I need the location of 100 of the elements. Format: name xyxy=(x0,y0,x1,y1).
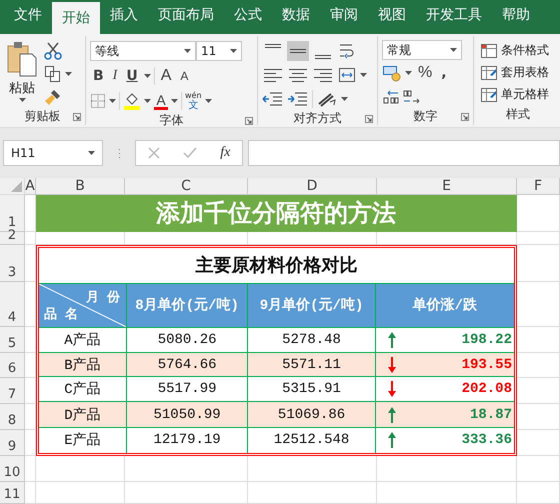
row-header[interactable]: 7 xyxy=(0,378,25,404)
table-cell: 5571.11 xyxy=(248,352,376,378)
table-cell: 51050.99 xyxy=(126,402,248,428)
sheet-title: 添加千位分隔符的方法 xyxy=(36,195,517,232)
cell-style-icon xyxy=(480,86,498,102)
change-value: 193.55 xyxy=(462,356,512,373)
increase-decimal-icon[interactable] xyxy=(382,89,400,105)
row-header[interactable]: 8 xyxy=(0,404,25,430)
row-header[interactable]: 4 xyxy=(0,282,25,327)
caret-icon[interactable] xyxy=(171,99,178,103)
caret-icon[interactable] xyxy=(450,48,457,52)
italic-button[interactable]: I xyxy=(110,66,120,86)
percent-button[interactable]: % xyxy=(415,63,436,83)
ribbon-tab[interactable]: 文件 xyxy=(4,2,52,31)
column-header[interactable]: F xyxy=(517,178,560,195)
group-label: 对齐方式 xyxy=(294,110,342,127)
merge-cells-icon[interactable] xyxy=(337,65,357,85)
header-cell: 单价涨/跌 xyxy=(376,284,514,328)
decrease-indent-icon[interactable] xyxy=(262,90,284,108)
table-cell: E产品 xyxy=(39,428,127,453)
caret-icon[interactable] xyxy=(18,98,26,102)
table-cell: 5764.66 xyxy=(126,352,248,378)
underline-button[interactable]: U xyxy=(123,66,141,86)
insert-function-button[interactable]: fx xyxy=(220,145,230,161)
row-header[interactable]: 9 xyxy=(0,430,25,456)
phonetic-button[interactable]: wén 文 xyxy=(185,91,202,111)
font-size-field[interactable]: 11 xyxy=(196,41,242,61)
font-color-button[interactable]: A xyxy=(154,92,168,110)
font-name-field[interactable]: 等线 xyxy=(90,41,196,61)
empty-cell xyxy=(25,482,36,504)
caret-icon[interactable] xyxy=(341,97,348,101)
row-header[interactable]: 6 xyxy=(0,353,25,378)
column-header[interactable]: B xyxy=(36,178,125,195)
change-value: 198.22 xyxy=(462,332,512,348)
up-arrow-icon xyxy=(388,432,396,448)
column-header[interactable]: A xyxy=(25,178,36,195)
number-format-field[interactable]: 常规 xyxy=(382,40,462,60)
ribbon-tab[interactable]: 公式 xyxy=(224,2,272,31)
column-header[interactable]: C xyxy=(125,178,248,195)
grow-font-button[interactable]: A xyxy=(158,66,174,86)
style-menu-button[interactable]: 套用表格 xyxy=(480,62,556,83)
style-menu-button[interactable]: 条件格式 xyxy=(480,40,556,61)
bold-button[interactable]: B xyxy=(90,66,107,86)
format-painter-icon[interactable] xyxy=(44,88,62,106)
caret-icon[interactable] xyxy=(230,49,237,53)
change-value: 18.87 xyxy=(470,406,512,423)
conditional-format-icon xyxy=(480,42,498,58)
name-box[interactable]: H11 xyxy=(3,140,103,166)
dialog-launcher-icon[interactable] xyxy=(73,113,81,121)
row-header[interactable]: 11 xyxy=(0,482,25,504)
group-label: 字体 xyxy=(160,112,184,129)
caret-icon[interactable] xyxy=(109,99,116,103)
row-header[interactable]: 5 xyxy=(0,327,25,353)
decrease-decimal-icon[interactable] xyxy=(403,89,421,105)
empty-cell xyxy=(517,482,560,504)
ribbon-tab[interactable]: 插入 xyxy=(100,2,148,31)
style-menu-button[interactable]: 单元格样 xyxy=(480,84,556,105)
header-cell: 8月单价(元/吨) xyxy=(126,284,248,328)
ribbon-tab[interactable]: 帮助 xyxy=(492,2,540,31)
caret-icon[interactable] xyxy=(144,74,151,78)
ribbon-tab[interactable]: 开始 xyxy=(52,2,100,34)
formula-input[interactable] xyxy=(248,140,560,166)
comma-button[interactable]: , xyxy=(438,63,450,83)
row-header[interactable]: 3 xyxy=(0,245,25,282)
table-cell: B产品 xyxy=(39,352,127,378)
shrink-font-button[interactable]: A xyxy=(177,66,192,86)
column-header[interactable]: E xyxy=(377,178,517,195)
ribbon-tab[interactable]: 审阅 xyxy=(320,2,368,31)
empty-cell xyxy=(517,232,560,245)
copy-icon[interactable] xyxy=(44,65,62,83)
check-icon[interactable] xyxy=(182,147,197,159)
header-cell: 9月单价(元/吨) xyxy=(248,284,376,328)
caret-icon[interactable] xyxy=(88,151,95,155)
currency-icon[interactable] xyxy=(382,64,402,82)
caret-icon[interactable] xyxy=(184,49,191,53)
caret-icon[interactable] xyxy=(405,71,412,75)
table-cell: D产品 xyxy=(39,402,127,428)
scissors-icon[interactable] xyxy=(44,42,62,60)
column-header[interactable]: D xyxy=(248,178,377,195)
row-header[interactable]: 10 xyxy=(0,456,25,482)
dialog-launcher-icon[interactable] xyxy=(245,117,253,125)
up-arrow-icon xyxy=(388,406,396,423)
caret-icon[interactable] xyxy=(204,99,212,103)
paste-button[interactable]: 粘贴 xyxy=(4,40,40,107)
ribbon-tab[interactable]: 页面布局 xyxy=(148,2,224,31)
dialog-launcher-icon[interactable] xyxy=(461,113,469,121)
fill-color-icon[interactable] xyxy=(123,92,141,110)
ribbon-tab[interactable]: 视图 xyxy=(368,2,416,31)
dialog-launcher-icon[interactable] xyxy=(365,115,373,123)
table-grid-icon xyxy=(480,64,498,80)
increase-indent-icon[interactable] xyxy=(287,90,309,108)
caret-icon[interactable] xyxy=(65,72,72,76)
caret-icon[interactable] xyxy=(360,73,367,77)
align-middle-icon[interactable] xyxy=(287,41,309,61)
table-cell: 51069.86 xyxy=(248,402,376,428)
borders-icon[interactable] xyxy=(90,93,106,109)
ribbon-tab[interactable]: 数据 xyxy=(272,2,320,31)
caret-icon[interactable] xyxy=(144,99,151,103)
change-value: 333.36 xyxy=(462,432,512,448)
ribbon-tab[interactable]: 开发工具 xyxy=(416,2,492,31)
